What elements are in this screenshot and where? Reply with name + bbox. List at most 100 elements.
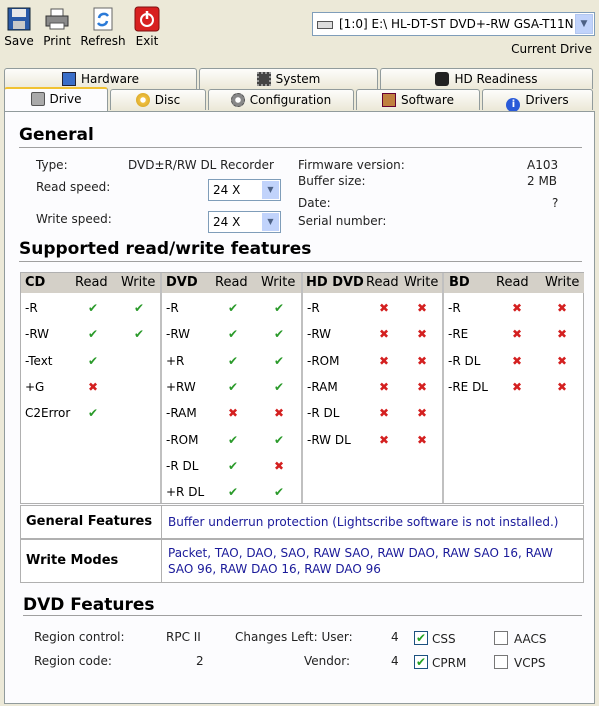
chevron-down-icon[interactable]: ▼ [262,213,279,231]
tab-disc[interactable]: Disc [110,89,206,110]
css-label: CSS [432,632,456,646]
bd-feature-row: -R ✖ ✖ [444,298,583,318]
cross-icon: ✖ [557,301,568,315]
check-icon: ✔ [274,432,285,447]
dvd-column: DVD Read Write -R ✔ ✔ -RW ✔ ✔ +R ✔ ✔ +RW ✔ ✔ -RAM ✖ ✖ -… [162,273,303,503]
drive-select-value: [1:0] E:\ HL-DT-ST DVD+-RW GSA-T11N [339,17,574,31]
monitor-icon [62,72,77,86]
tab-system[interactable]: System [199,68,378,89]
check-icon: ✔ [88,301,99,315]
save-icon [7,7,31,31]
info-icon: i [506,98,521,112]
cross-icon: ✖ [417,379,428,394]
cross-icon: ✖ [228,406,239,421]
vcps-checkbox[interactable] [494,655,508,669]
cd-feature-row: +G ✖ [21,377,160,397]
write-speed-select[interactable]: 24 X ▼ [208,211,281,233]
cross-icon: ✖ [512,301,523,315]
firmware-label: Firmware version: [298,158,405,172]
feature-name: +R [166,353,185,368]
cross-icon: ✖ [417,327,428,342]
tab-drive[interactable]: Drive [4,87,108,111]
cross-icon: ✖ [557,353,568,368]
refresh-icon [93,7,113,31]
cprm-checkbox[interactable]: ✔ [414,655,428,669]
feature-name: +R DL [166,485,205,500]
check-icon: ✔ [88,327,99,342]
chevron-down-icon[interactable]: ▼ [575,14,593,34]
check-icon: ✔ [134,301,145,315]
bd-feature-row: -RE ✖ ✖ [444,324,583,344]
dvd-features-divider [23,615,582,616]
check-icon: ✔ [228,327,239,342]
feature-name: -R DL [307,406,340,421]
general-title: General [19,125,94,145]
feature-name: -RW DL [307,432,351,447]
date-value: ? [552,196,559,210]
dvd-feature-row: +RW ✔ ✔ [162,377,301,397]
check-icon: ✔ [228,301,239,315]
cross-icon: ✖ [512,353,523,368]
read-speed-label: Read speed: [36,180,111,194]
cd-feature-row: C2Error ✔ [21,403,160,423]
check-icon: ✔ [274,353,285,368]
dvd-feature-row: -R ✔ ✔ [162,298,301,318]
aacs-checkbox[interactable] [494,631,508,645]
feature-name: -RAM [166,406,197,421]
tab-configuration[interactable]: Configuration [208,89,354,110]
cross-icon: ✖ [274,458,285,473]
general-divider [19,147,582,148]
region-control-label: Region control: [34,630,125,644]
save-label: Save [4,34,34,48]
tab-hardware[interactable]: Hardware [4,68,197,89]
tab-hd-readiness[interactable]: HD Readiness [380,68,593,89]
hddvd-feature-row: -ROM ✖ ✖ [303,351,442,371]
dvd-feature-row: -R DL ✔ ✖ [162,456,301,476]
software-icon [382,93,397,107]
dvd-feature-row: +R DL ✔ ✔ [162,482,301,502]
feature-name: -R DL [448,353,481,368]
cross-icon: ✖ [557,379,568,394]
feature-name: -RW [166,327,191,342]
check-icon: ✔ [274,327,285,342]
print-button[interactable]: Print [41,6,73,48]
cross-icon: ✖ [417,432,428,447]
write-modes-text: Packet, TAO, DAO, SAO, RAW SAO, RAW DAO,… [168,546,553,576]
cross-icon: ✖ [417,301,428,315]
chevron-down-icon[interactable]: ▼ [262,181,279,199]
tab-software[interactable]: Software [356,89,480,110]
exit-button[interactable]: Exit [133,6,161,48]
refresh-button[interactable]: Refresh [79,6,127,48]
hddvd-feature-row: -R ✖ ✖ [303,298,442,318]
feature-name: -R [307,301,320,315]
drive-panel: General Type: DVD±R/RW DL Recorder Read … [4,111,595,704]
disc-icon [135,93,150,107]
cross-icon: ✖ [274,406,285,421]
check-icon: ✔ [88,406,99,421]
feature-name: +RW [166,379,196,394]
cd-column: CD Read Write -R ✔ ✔ -RW ✔ ✔ -Text ✔ +G ✖ C2Error ✔ [21,273,162,503]
save-button[interactable]: Save [4,6,34,48]
write-modes-label: Write Modes [21,540,162,582]
check-icon: ✔ [228,458,239,473]
feature-name: -RE DL [448,379,488,394]
general-features-text: Buffer underrun protection (Lightscribe … [168,515,559,529]
tab-row-bottom: Drive Disc Configuration Software i Drive… [0,87,599,112]
drive-icon [317,21,333,29]
hddvd-feature-row: -R DL ✖ ✖ [303,403,442,423]
dvd-features-title: DVD Features [23,595,155,615]
bd-column: BD Read Write -R ✖ ✖ -RE ✖ ✖ -R DL ✖ ✖ -RE DL ✖ ✖ [444,273,584,503]
check-icon: ✔ [134,327,145,342]
cross-icon: ✖ [379,327,390,342]
cprm-label: CPRM [432,656,467,670]
drive-select[interactable]: [1:0] E:\ HL-DT-ST DVD+-RW GSA-T11N ▼ [312,12,595,36]
css-checkbox[interactable]: ✔ [414,631,428,645]
tab-drivers[interactable]: i Drivers [482,89,593,112]
gear-icon [230,93,245,107]
dvd-feature-row: -RW ✔ ✔ [162,324,301,344]
read-speed-select[interactable]: 24 X ▼ [208,179,281,201]
aacs-label: AACS [514,632,547,646]
check-icon: ✔ [228,432,239,447]
bd-feature-row: -R DL ✖ ✖ [444,351,583,371]
hd-icon [435,72,450,86]
